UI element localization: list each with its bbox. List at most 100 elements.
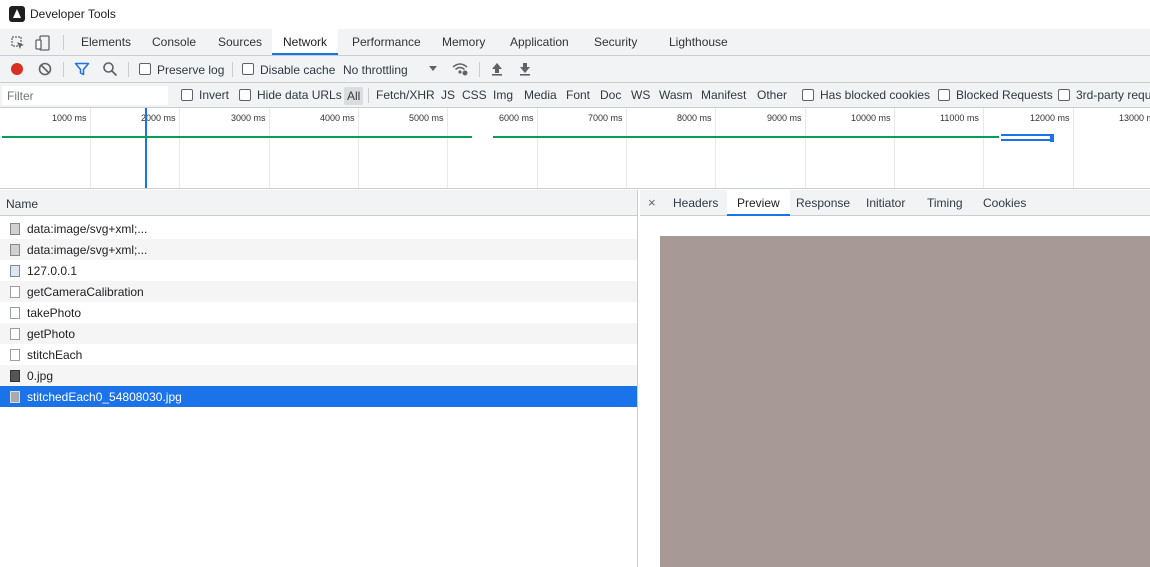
filter-type-fetch-xhr[interactable]: Fetch/XHR: [376, 88, 435, 102]
timeline-gridline: [537, 108, 538, 188]
filter-type-js[interactable]: JS: [441, 88, 455, 102]
timeline-tick-label: 6000 ms: [499, 113, 534, 123]
timeline-tick-label: 7000 ms: [588, 113, 623, 123]
tab-memory[interactable]: Memory: [431, 29, 496, 55]
timeline-gridline: [179, 108, 180, 188]
fetch-file-icon: [10, 328, 20, 340]
filter-type-css[interactable]: CSS: [462, 88, 487, 102]
invert-checkbox[interactable]: [181, 89, 193, 101]
tab-application[interactable]: Application: [499, 29, 580, 55]
hide-data-urls-checkbox[interactable]: [239, 89, 251, 101]
filter-type-ws[interactable]: WS: [631, 88, 650, 102]
filter-type-other[interactable]: Other: [757, 88, 787, 102]
filter-input[interactable]: [2, 86, 168, 105]
request-list: Name data:image/svg+xml;... data:image/s…: [0, 190, 638, 567]
blocked-requests-label: Blocked Requests: [956, 88, 1053, 102]
image-preview: [660, 236, 1150, 567]
third-party-requests-label: 3rd-party requ: [1076, 88, 1150, 102]
timeline-tick-label: 1000 ms: [52, 113, 87, 123]
filter-bar: Invert Hide data URLs All Fetch/XHR JS C…: [0, 83, 1150, 108]
tab-performance[interactable]: Performance: [341, 29, 432, 55]
tab-timing[interactable]: Timing: [917, 190, 973, 216]
timeline-tick-label: 3000 ms: [231, 113, 266, 123]
timeline-tick-label: 10000 ms: [851, 113, 891, 123]
blocked-requests-checkbox[interactable]: [938, 89, 950, 101]
toolbar-divider: [128, 62, 129, 77]
import-har-icon[interactable]: [489, 61, 505, 77]
filter-type-doc[interactable]: Doc: [600, 88, 621, 102]
tab-security[interactable]: Security: [583, 29, 648, 55]
filter-type-manifest[interactable]: Manifest: [701, 88, 746, 102]
filter-divider: [368, 88, 369, 103]
request-row[interactable]: getCameraCalibration: [0, 281, 637, 302]
request-row[interactable]: data:image/svg+xml;...: [0, 239, 637, 260]
timeline-gridline: [447, 108, 448, 188]
network-conditions-icon[interactable]: [452, 61, 468, 77]
tab-headers[interactable]: Headers: [663, 190, 728, 216]
tab-lighthouse[interactable]: Lighthouse: [658, 29, 739, 55]
tab-console[interactable]: Console: [141, 29, 207, 55]
request-row[interactable]: 0.jpg: [0, 365, 637, 386]
disable-cache-checkbox[interactable]: [242, 63, 254, 75]
fetch-file-icon: [10, 286, 20, 298]
devtools-logo-icon: [9, 6, 25, 22]
request-row[interactable]: 127.0.0.1: [0, 260, 637, 281]
tab-initiator[interactable]: Initiator: [856, 190, 915, 216]
has-blocked-cookies-checkbox[interactable]: [802, 89, 814, 101]
disable-cache-label: Disable cache: [260, 63, 336, 77]
request-row[interactable]: takePhoto: [0, 302, 637, 323]
device-toolbar-icon[interactable]: [35, 35, 51, 51]
tab-elements[interactable]: Elements: [70, 29, 142, 55]
inspect-element-icon[interactable]: [10, 35, 26, 51]
timeline-waterfall-bar: [493, 136, 999, 138]
title-bar: Developer Tools: [0, 0, 1150, 29]
tab-preview[interactable]: Preview: [727, 190, 790, 216]
image-file-icon: [10, 244, 20, 256]
timeline-tick-label: 4000 ms: [320, 113, 355, 123]
clear-icon[interactable]: [37, 61, 53, 77]
throttling-select[interactable]: No throttling: [343, 63, 408, 77]
column-header-name[interactable]: Name: [6, 197, 38, 211]
detail-tab-strip: × Headers Preview Response Initiator Tim…: [640, 190, 1150, 216]
request-row-selected[interactable]: stitchedEach0_54808030.jpg: [0, 386, 637, 407]
request-row[interactable]: stitchEach: [0, 344, 637, 365]
panel-tab-strip: Elements Console Sources Network Perform…: [0, 29, 1150, 56]
filter-icon[interactable]: [74, 61, 90, 77]
invert-label: Invert: [199, 88, 230, 102]
request-name: stitchEach: [27, 348, 83, 362]
window-title: Developer Tools: [30, 7, 116, 21]
close-icon[interactable]: ×: [648, 195, 656, 210]
request-row[interactable]: data:image/svg+xml;...: [0, 218, 637, 239]
request-row[interactable]: getPhoto: [0, 323, 637, 344]
has-blocked-cookies-label: Has blocked cookies: [820, 88, 931, 102]
search-icon[interactable]: [102, 61, 118, 77]
timeline-tick-label: 8000 ms: [677, 113, 712, 123]
request-name: getPhoto: [27, 327, 76, 341]
filter-type-img[interactable]: Img: [493, 88, 513, 102]
tab-response[interactable]: Response: [786, 190, 860, 216]
filter-type-font[interactable]: Font: [566, 88, 590, 102]
filter-type-wasm[interactable]: Wasm: [659, 88, 693, 102]
request-name: 127.0.0.1: [27, 264, 78, 278]
timeline-gridline: [805, 108, 806, 188]
preserve-log-checkbox[interactable]: [139, 63, 151, 75]
tab-cookies[interactable]: Cookies: [973, 190, 1036, 216]
toolbar-divider: [63, 35, 64, 50]
filter-type-all[interactable]: All: [344, 87, 364, 105]
export-har-icon[interactable]: [517, 61, 533, 77]
timeline-gridline: [1073, 108, 1074, 188]
tab-network[interactable]: Network: [272, 29, 339, 55]
record-icon[interactable]: [9, 61, 25, 77]
third-party-requests-checkbox[interactable]: [1058, 89, 1070, 101]
tab-sources[interactable]: Sources: [207, 29, 273, 55]
timeline-overview[interactable]: 1000 ms 2000 ms 3000 ms 4000 ms 5000 ms …: [0, 108, 1150, 189]
timeline-gridline: [626, 108, 627, 188]
timeline-dom-content-loaded-marker: [145, 108, 147, 188]
toolbar-divider: [232, 62, 233, 77]
timeline-waterfall-bar-end: [1050, 134, 1054, 142]
chevron-down-icon[interactable]: [428, 63, 438, 73]
filter-type-media[interactable]: Media: [524, 88, 557, 102]
request-name: getCameraCalibration: [27, 285, 144, 299]
photo-file-icon: [10, 370, 20, 382]
timeline-tick-label: 12000 ms: [1030, 113, 1070, 123]
